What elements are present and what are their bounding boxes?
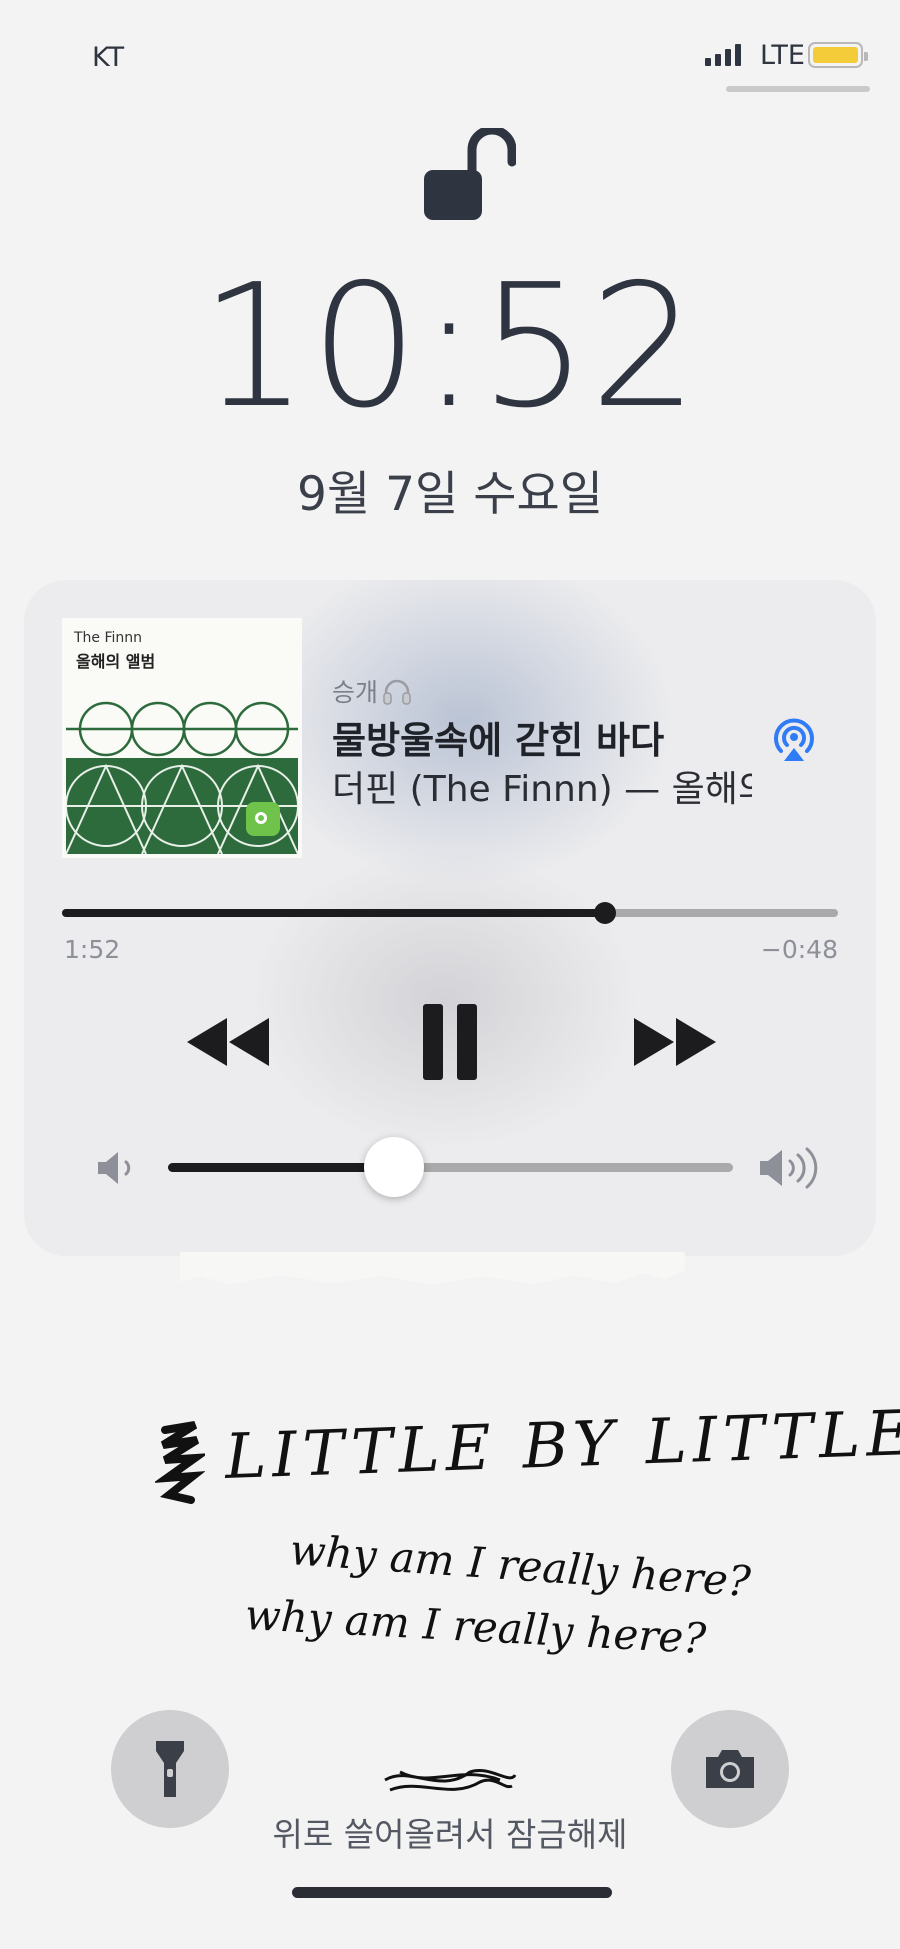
home-indicator[interactable]: [292, 1887, 612, 1898]
pause-icon[interactable]: [415, 1000, 485, 1084]
control-center-indicator[interactable]: [726, 86, 870, 92]
wallpaper-handwriting-line: why am I really here?: [288, 1525, 753, 1607]
wallpaper-handwriting-line: why am I really here?: [243, 1590, 708, 1664]
artist-album[interactable]: 더핀 (The Finnn) — 올해의 앨범: [332, 760, 752, 812]
wallpaper-scribble: [155, 1421, 205, 1504]
remaining-time: −0:48: [760, 935, 838, 964]
rewind-icon[interactable]: [183, 1000, 273, 1084]
album-art-artist: The Finnn: [74, 630, 143, 646]
song-title[interactable]: 물방울속에 갇힌 바다: [332, 710, 664, 764]
fast-forward-icon[interactable]: [630, 1000, 720, 1084]
lock-screen-time: 10:52: [200, 248, 700, 446]
playback-progress-fill: [62, 909, 606, 917]
unlocked-padlock-icon: [424, 128, 516, 220]
airplay-icon[interactable]: [770, 715, 818, 763]
elapsed-time: 1:52: [64, 935, 121, 964]
album-art-title: 올해의 앨범: [76, 652, 156, 671]
volume-slider-fill: [168, 1163, 394, 1172]
network-type: LTE: [760, 40, 805, 71]
flashlight-icon: [156, 1741, 184, 1797]
album-art-pattern-top: [66, 701, 298, 757]
wallpaper-torn-paper: [180, 1252, 685, 1285]
carrier-name: KT: [92, 42, 125, 73]
swipe-to-unlock-hint: 위로 쓸어올려서 잠금해제: [272, 1815, 628, 1854]
battery-icon: [808, 42, 868, 68]
device-name: 승개: [332, 678, 379, 707]
wallpaper-handwriting-title: LITTLE BY LITTLE: [223, 1395, 900, 1493]
speaker-high-icon: [760, 1147, 818, 1189]
volume-slider-handle[interactable]: [364, 1137, 424, 1197]
speaker-low-icon: [98, 1152, 131, 1184]
audio-output-device: 승개: [332, 673, 412, 709]
camera-icon: [706, 1750, 754, 1788]
music-app-badge-icon: [246, 802, 280, 836]
signal-strength-icon: [705, 42, 741, 66]
wallpaper-scrawl: [384, 1769, 517, 1792]
lock-screen-date: 9월 7일 수요일: [297, 467, 603, 522]
headphones-icon: [383, 679, 411, 705]
album-art[interactable]: The Finnn 올해의 앨범: [62, 618, 302, 858]
